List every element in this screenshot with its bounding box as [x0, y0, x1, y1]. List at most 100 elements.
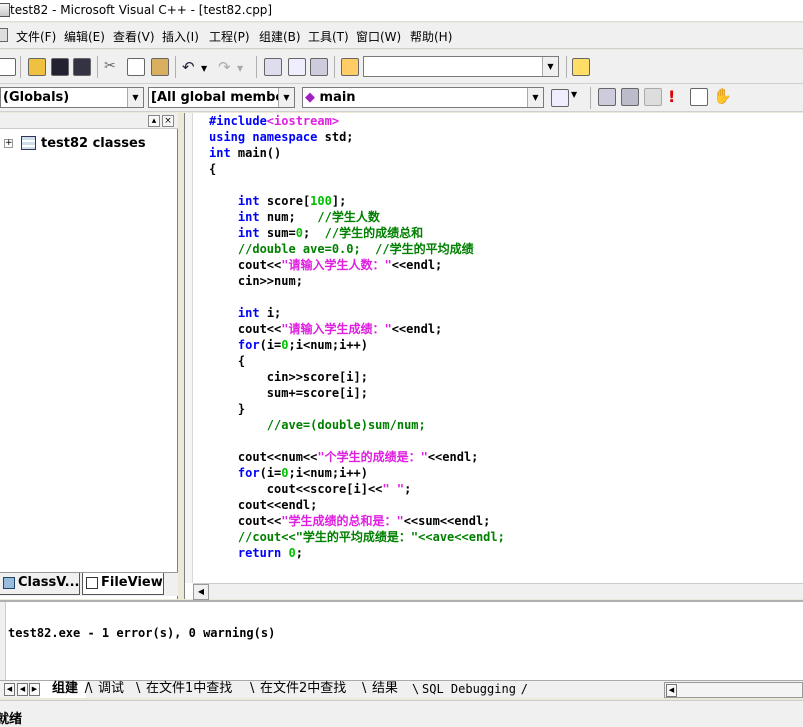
save-icon[interactable] — [51, 58, 69, 76]
scroll-left-icon[interactable]: ◀ — [193, 584, 209, 600]
code-token: for — [237, 466, 260, 480]
code-token: " " — [382, 482, 405, 496]
find-combo[interactable]: ▼ — [363, 56, 559, 77]
window-list-icon[interactable] — [310, 58, 328, 76]
code-token: i; — [259, 306, 282, 320]
tab-build[interactable]: 组建 / — [40, 681, 89, 698]
chevron-down-icon[interactable]: ▼ — [542, 57, 558, 76]
tab-fileview[interactable]: FileView — [82, 573, 164, 595]
code-editor[interactable]: #include<iostream> using namespace std; in… — [184, 113, 803, 600]
output-icon[interactable] — [288, 58, 306, 76]
code-line[interactable]: cout<<score[i]<<" "; — [209, 481, 412, 497]
output-horizontal-scrollbar[interactable]: ◀ — [664, 682, 803, 698]
tab-first-icon[interactable]: ◀ — [4, 683, 15, 696]
code-line[interactable]: //double ave=0.0; //学生的平均成绩 — [209, 241, 474, 257]
close-icon[interactable]: × — [162, 115, 174, 127]
code-token: "学生成绩的总和是：" — [281, 514, 404, 528]
scroll-left-icon[interactable]: ◀ — [666, 684, 677, 697]
breakpoint-icon[interactable]: ✋ — [713, 87, 732, 105]
chevron-down-icon[interactable]: ▼ — [571, 90, 589, 108]
stop-build-icon[interactable] — [644, 88, 662, 106]
members-combo[interactable]: [All global members ▼ — [148, 87, 295, 108]
cut-icon[interactable]: ✂ — [104, 58, 122, 76]
function-combo[interactable]: ◆ main ▼ — [302, 87, 544, 108]
doc-icon[interactable] — [0, 58, 16, 76]
code-line[interactable]: return 0; — [209, 545, 303, 561]
chevron-down-icon[interactable]: ▼ — [127, 88, 143, 107]
tab-sql-debugging[interactable]: \ SQL Debugging / — [410, 681, 528, 698]
menu-project[interactable]: 工程(P) — [209, 28, 250, 45]
menu-window[interactable]: 窗口(W) — [356, 28, 401, 45]
code-line[interactable]: cout<<"请输入学生成绩："<<endl; — [209, 321, 442, 337]
restore-icon[interactable]: ▴ — [148, 115, 160, 127]
code-line[interactable]: cout<<num<<"个学生的成绩是："<<endl; — [209, 449, 479, 465]
code-line[interactable]: cout<<"学生成绩的总和是："<<sum<<endl; — [209, 513, 491, 529]
class-combo[interactable]: (Globals) ▼ — [0, 87, 144, 108]
code-line[interactable]: int sum=0; //学生的成绩总和 — [209, 225, 423, 241]
code-line[interactable]: cout<<"请输入学生人数："<<endl; — [209, 257, 442, 273]
menu-help[interactable]: 帮助(H) — [410, 28, 452, 45]
tab-find2[interactable]: \ 在文件2中查找 — [248, 681, 354, 698]
menu-file[interactable]: 文件(F) — [16, 28, 56, 45]
build-result-text[interactable]: test82.exe - 1 error(s), 0 warning(s) — [8, 626, 275, 640]
code-line[interactable]: //cout<<"学生的平均成绩是："<<ave<<endl; — [209, 529, 505, 545]
paste-icon[interactable] — [151, 58, 169, 76]
toolbar-separator — [566, 56, 567, 78]
tab-debug[interactable]: \ 调试 — [86, 681, 132, 698]
redo-icon[interactable]: ↷ — [218, 58, 236, 76]
compile-icon[interactable] — [598, 88, 616, 106]
tab-classview[interactable]: ClassV... — [0, 573, 80, 595]
tab-prev-icon[interactable]: ◀ — [17, 683, 28, 696]
code-area[interactable]: #include<iostream> using namespace std; in… — [209, 113, 803, 583]
menu-tools[interactable]: 工具(T) — [308, 28, 349, 45]
app-icon — [0, 3, 10, 17]
chevron-down-icon[interactable]: ▼ — [201, 64, 219, 82]
menu-insert[interactable]: 插入(I) — [162, 28, 199, 45]
undo-icon[interactable]: ↶ — [182, 58, 200, 76]
workspace-icon[interactable] — [264, 58, 282, 76]
code-token: (i= — [259, 338, 282, 352]
save-all-icon[interactable] — [73, 58, 91, 76]
build-icon[interactable] — [621, 88, 639, 106]
code-line[interactable]: int main() — [209, 145, 281, 161]
code-line[interactable]: using namespace std; — [209, 129, 354, 145]
tab-find1[interactable]: \ 在文件1中查找 — [134, 681, 240, 698]
code-line[interactable]: int num; //学生人数 — [209, 209, 380, 225]
tab-results[interactable]: \ 结果 — [360, 681, 406, 698]
code-token: std; — [317, 130, 354, 144]
open-folder-icon[interactable] — [28, 58, 46, 76]
code-line[interactable]: #include<iostream> — [209, 113, 339, 129]
horizontal-scrollbar[interactable]: ◀ — [193, 583, 803, 600]
code-token: <<endl; — [391, 322, 443, 336]
code-line[interactable]: } — [209, 401, 245, 417]
code-line[interactable]: cout<<endl; — [209, 497, 317, 513]
doc-icon[interactable] — [0, 28, 8, 42]
copy-icon[interactable] — [127, 58, 145, 76]
menu-view[interactable]: 查看(V) — [113, 28, 155, 45]
chevron-down-icon[interactable]: ▼ — [527, 88, 543, 107]
chevron-down-icon[interactable]: ▼ — [237, 64, 255, 82]
code-line[interactable]: //ave=(double)sum/num; — [209, 417, 426, 433]
expand-icon[interactable]: + — [4, 139, 13, 148]
code-line[interactable]: for(i=0;i<num;i++) — [209, 337, 368, 353]
tab-next-icon[interactable]: ▶ — [29, 683, 40, 696]
execute-icon[interactable]: ! — [668, 87, 686, 106]
code-line[interactable]: cin>>score[i]; — [209, 369, 368, 385]
code-token: //ave=(double)sum/num; — [266, 418, 426, 432]
code-line[interactable]: { — [209, 353, 245, 369]
wizard-icon[interactable] — [551, 89, 569, 107]
code-line[interactable]: cin>>num; — [209, 273, 303, 289]
code-line[interactable]: sum+=score[i]; — [209, 385, 368, 401]
code-line[interactable]: { — [209, 161, 216, 177]
menu-build[interactable]: 组建(B) — [259, 28, 301, 45]
find-in-files-icon[interactable] — [341, 58, 359, 76]
code-line[interactable]: int i; — [209, 305, 281, 321]
code-line[interactable]: for(i=0;i<num;i++) — [209, 465, 368, 481]
chevron-down-icon[interactable]: ▼ — [278, 88, 294, 107]
code-line[interactable]: int score[100]; — [209, 193, 346, 209]
find-icon[interactable] — [572, 58, 590, 76]
menu-edit[interactable]: 编辑(E) — [64, 28, 105, 45]
go-icon[interactable] — [690, 88, 708, 106]
